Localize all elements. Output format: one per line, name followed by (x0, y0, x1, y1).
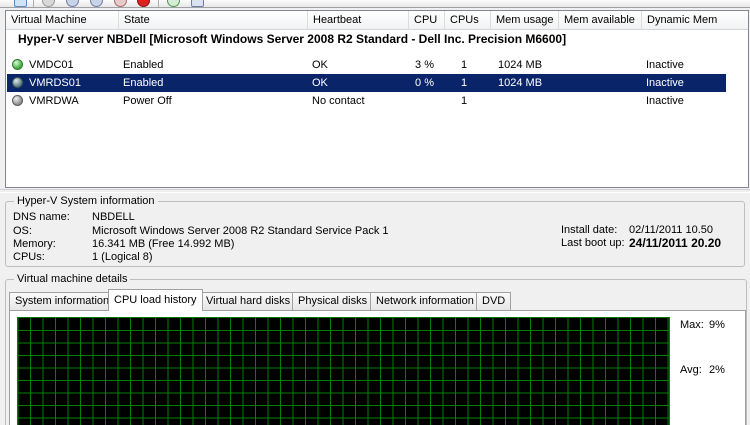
column-header-cpus[interactable]: CPUs (445, 11, 491, 30)
shutdown-icon[interactable] (114, 0, 127, 7)
cpu-load-graph (17, 317, 670, 425)
vm-cpu: 3 % (415, 59, 434, 71)
list-header: Virtual Machine State Heartbeat CPU CPUs… (6, 11, 748, 30)
splitter[interactable] (0, 189, 750, 193)
vm-heartbeat: OK (312, 77, 328, 89)
vm-row-selected[interactable]: VMRDS01 Enabled OK 0 % 1 1024 MB Inactiv… (7, 74, 726, 92)
column-header-virtual-machine[interactable]: Virtual Machine (6, 11, 119, 30)
vm-cpus: 1 (461, 59, 468, 71)
tab-network-information[interactable]: Network information (370, 292, 480, 310)
vm-state: Power Off (123, 95, 172, 107)
vm-name: VMRDWA (29, 95, 79, 107)
vm-mem-usage: 1024 MB (498, 59, 543, 71)
memory-value: 16.341 MB (Free 14.992 MB) (92, 238, 235, 250)
cpu-load-grid (18, 318, 669, 425)
vm-status-off-icon (12, 95, 23, 106)
cpus-value: 1 (Logical 8) (92, 251, 153, 263)
vm-status-running-icon (12, 77, 23, 88)
tab-cpu-load-history[interactable]: CPU load history (108, 289, 203, 311)
vm-cpus: 1 (461, 77, 468, 89)
column-header-mem-usage[interactable]: Mem usage (491, 11, 559, 30)
tab-dvd[interactable]: DVD (476, 292, 512, 310)
vm-status-running-icon (12, 59, 23, 70)
vm-heartbeat: No contact (312, 95, 365, 107)
stop-icon[interactable] (137, 0, 150, 7)
pause-icon[interactable] (66, 0, 79, 7)
settings-icon[interactable] (191, 0, 204, 7)
vm-list[interactable]: Virtual Machine State Heartbeat CPU CPUs… (5, 10, 749, 188)
avg-value: 2% (709, 364, 725, 376)
view-icon[interactable] (14, 0, 27, 7)
install-date-value: 02/11/2011 10.50 (629, 224, 714, 236)
system-info-title: Hyper-V System information (14, 195, 158, 207)
vm-name: VMDC01 (29, 59, 74, 71)
vm-row[interactable]: VMRDWA Power Off No contact 1 Inactive (7, 92, 726, 110)
cpus-label: CPUs: (13, 251, 45, 263)
toolbar (0, 0, 750, 8)
vm-details-title: Virtual machine details (14, 273, 131, 285)
vm-heartbeat: OK (312, 59, 328, 71)
vm-name: VMRDS01 (29, 77, 81, 89)
tab-system-information[interactable]: System information (9, 292, 116, 310)
last-boot-label: Last boot up: (561, 237, 625, 249)
tab-virtual-hard-disks[interactable]: Virtual hard disks (200, 292, 297, 310)
avg-label: Avg: (680, 364, 702, 376)
vm-row[interactable]: VMDC01 Enabled OK 3 % 1 1024 MB Inactive (7, 56, 726, 74)
dns-name-value: NBDELL (92, 211, 135, 223)
column-header-dynamic-mem[interactable]: Dynamic Mem (642, 11, 748, 30)
vm-dynamic-mem: Inactive (646, 77, 684, 89)
toolbar-separator (33, 0, 34, 7)
server-group-title: Hyper-V server NBDell [Microsoft Windows… (18, 32, 567, 46)
start-icon[interactable] (42, 0, 55, 7)
toolbar-separator (158, 0, 159, 7)
column-header-state[interactable]: State (119, 11, 308, 30)
vm-dynamic-mem: Inactive (646, 59, 684, 71)
vm-dynamic-mem: Inactive (646, 95, 684, 107)
vm-cpu: 0 % (415, 77, 434, 89)
max-label: Max: (680, 319, 704, 331)
refresh-icon[interactable] (167, 0, 180, 7)
last-boot-value: 24/11/2011 20.20 (629, 236, 722, 250)
vm-cpus: 1 (461, 95, 468, 107)
dns-name-label: DNS name: (13, 211, 70, 223)
vm-state: Enabled (123, 59, 164, 71)
memory-label: Memory: (13, 238, 56, 250)
max-value: 9% (709, 319, 725, 331)
install-date-label: Install date: (561, 224, 618, 236)
os-value: Microsoft Windows Server 2008 R2 Standar… (92, 225, 389, 237)
tab-physical-disks[interactable]: Physical disks (292, 292, 374, 310)
vm-state: Enabled (123, 77, 164, 89)
column-header-heartbeat[interactable]: Heartbeat (308, 11, 409, 30)
os-label: OS: (13, 225, 32, 237)
column-header-cpu[interactable]: CPU (409, 11, 445, 30)
column-header-mem-available[interactable]: Mem available (559, 11, 642, 30)
save-icon[interactable] (90, 0, 103, 7)
vm-mem-usage: 1024 MB (498, 77, 543, 89)
